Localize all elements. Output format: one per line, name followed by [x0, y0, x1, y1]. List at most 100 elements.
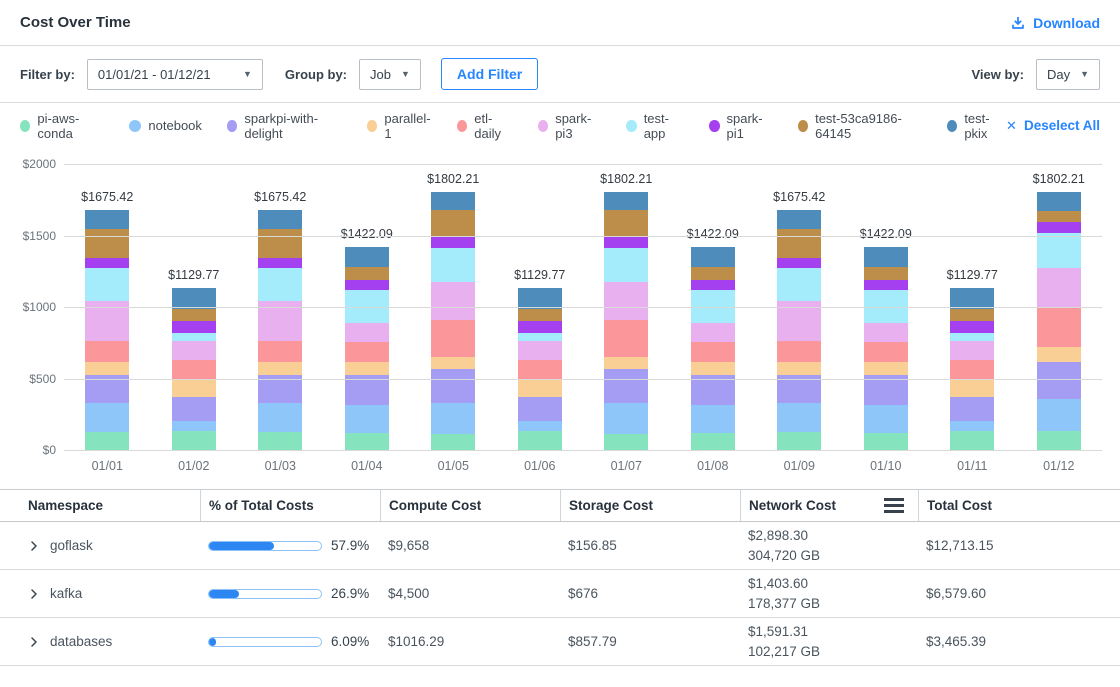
deselect-all-button[interactable]: ✕ Deselect All	[1006, 118, 1100, 134]
bar-segment-spark-pi1[interactable]	[864, 280, 908, 290]
column-header-storage-cost[interactable]: Storage Cost	[560, 490, 740, 521]
column-header--of-total-costs[interactable]: % of Total Costs	[200, 490, 380, 521]
bar-segment-test-app[interactable]	[431, 248, 475, 282]
bar-segment-sparkpi-with-delight[interactable]	[864, 375, 908, 405]
stacked-bar[interactable]	[431, 192, 475, 450]
date-range-select[interactable]: 01/01/21 - 01/12/21 ▼	[87, 59, 263, 90]
bar-segment-etl-daily[interactable]	[864, 342, 908, 362]
bar-segment-notebook[interactable]	[345, 405, 389, 433]
bar-segment-etl-daily[interactable]	[258, 341, 302, 362]
legend-item-etl-daily[interactable]: etl-daily	[457, 111, 513, 141]
view-by-select[interactable]: Day ▼	[1036, 59, 1100, 90]
stacked-bar[interactable]	[1037, 192, 1081, 450]
bar-segment-pi-aws-conda[interactable]	[85, 432, 129, 450]
bar-segment-test-pkix[interactable]	[604, 192, 648, 210]
legend-item-spark-pi3[interactable]: spark-pi3	[538, 111, 602, 141]
bar-segment-pi-aws-conda[interactable]	[777, 432, 821, 450]
table-row-goflask[interactable]: goflask57.9%$9,658$156.85$2,898.30304,72…	[0, 522, 1120, 570]
stacked-bar[interactable]	[345, 247, 389, 450]
chevron-right-icon[interactable]	[28, 636, 40, 648]
bar-segment-spark-pi1[interactable]	[258, 258, 302, 268]
bar-segment-test-53ca9186-64145[interactable]	[777, 229, 821, 257]
table-row-kafka[interactable]: kafka26.9%$4,500$676$1,403.60178,377 GB$…	[0, 570, 1120, 618]
stacked-bar[interactable]	[950, 288, 994, 450]
bar-segment-notebook[interactable]	[1037, 399, 1081, 432]
bar-segment-parallel-1[interactable]	[691, 362, 735, 375]
legend-item-test-pkix[interactable]: test-pkix	[947, 111, 1006, 141]
stacked-bar[interactable]	[85, 210, 129, 450]
bar-segment-parallel-1[interactable]	[864, 362, 908, 375]
bar-segment-notebook[interactable]	[950, 421, 994, 432]
bar-segment-test-53ca9186-64145[interactable]	[604, 210, 648, 237]
bar-segment-sparkpi-with-delight[interactable]	[518, 397, 562, 421]
bar-segment-parallel-1[interactable]	[258, 362, 302, 375]
bar-segment-pi-aws-conda[interactable]	[604, 434, 648, 450]
stacked-bar[interactable]	[518, 288, 562, 450]
legend-item-test-app[interactable]: test-app	[626, 111, 684, 141]
legend-item-notebook[interactable]: notebook	[129, 118, 202, 133]
stacked-bar[interactable]	[864, 247, 908, 450]
bar-segment-etl-daily[interactable]	[172, 360, 216, 381]
stacked-bar[interactable]	[777, 210, 821, 450]
bar-segment-spark-pi3[interactable]	[1037, 268, 1081, 307]
bar-segment-pi-aws-conda[interactable]	[950, 431, 994, 449]
bar-segment-etl-daily[interactable]	[1037, 307, 1081, 347]
legend-item-sparkpi-with-delight[interactable]: sparkpi-with-delight	[227, 111, 342, 141]
bar-segment-test-pkix[interactable]	[864, 247, 908, 267]
bar-segment-notebook[interactable]	[518, 421, 562, 432]
bar-segment-test-app[interactable]	[1037, 233, 1081, 268]
bar-segment-spark-pi1[interactable]	[604, 237, 648, 247]
bar-segment-test-pkix[interactable]	[691, 247, 735, 267]
group-by-select[interactable]: Job ▼	[359, 59, 421, 90]
legend-item-test-53ca9186-64145[interactable]: test-53ca9186-64145	[798, 111, 922, 141]
bar-segment-etl-daily[interactable]	[604, 320, 648, 356]
bar-segment-spark-pi1[interactable]	[518, 321, 562, 333]
bar-segment-test-pkix[interactable]	[258, 210, 302, 229]
bar-segment-etl-daily[interactable]	[950, 360, 994, 381]
bar-segment-test-app[interactable]	[85, 268, 129, 301]
bar-segment-etl-daily[interactable]	[345, 342, 389, 362]
download-button[interactable]: Download	[1010, 15, 1100, 31]
bar-segment-parallel-1[interactable]	[431, 357, 475, 370]
bar-segment-test-53ca9186-64145[interactable]	[691, 267, 735, 280]
bar-segment-test-pkix[interactable]	[345, 247, 389, 267]
column-menu-icon[interactable]	[884, 498, 908, 513]
bar-segment-test-pkix[interactable]	[85, 210, 129, 229]
legend-item-spark-pi1[interactable]: spark-pi1	[709, 111, 773, 141]
bar-segment-test-app[interactable]	[172, 333, 216, 342]
table-row-databases[interactable]: databases6.09%$1016.29$857.79$1,591.3110…	[0, 618, 1120, 666]
bar-segment-parallel-1[interactable]	[604, 357, 648, 370]
bar-segment-notebook[interactable]	[172, 421, 216, 432]
bar-segment-pi-aws-conda[interactable]	[345, 433, 389, 450]
bar-segment-test-pkix[interactable]	[1037, 192, 1081, 211]
bar-segment-pi-aws-conda[interactable]	[172, 431, 216, 449]
bar-segment-spark-pi3[interactable]	[691, 323, 735, 342]
bar-segment-sparkpi-with-delight[interactable]	[950, 397, 994, 421]
bar-segment-test-53ca9186-64145[interactable]	[172, 309, 216, 321]
bar-segment-test-53ca9186-64145[interactable]	[950, 309, 994, 321]
bar-segment-pi-aws-conda[interactable]	[1037, 431, 1081, 450]
bar-segment-parallel-1[interactable]	[85, 362, 129, 375]
legend-item-parallel-1[interactable]: parallel-1	[367, 111, 432, 141]
bar-segment-notebook[interactable]	[691, 405, 735, 433]
legend-item-pi-aws-conda[interactable]: pi-aws-conda	[20, 111, 104, 141]
bar-segment-sparkpi-with-delight[interactable]	[345, 375, 389, 405]
bar-segment-notebook[interactable]	[864, 405, 908, 433]
bar-segment-parallel-1[interactable]	[950, 380, 994, 396]
bar-segment-spark-pi3[interactable]	[604, 282, 648, 321]
bar-segment-test-53ca9186-64145[interactable]	[258, 229, 302, 257]
add-filter-button[interactable]: Add Filter	[441, 58, 538, 90]
bar-segment-etl-daily[interactable]	[431, 320, 475, 356]
bar-segment-sparkpi-with-delight[interactable]	[691, 375, 735, 405]
bar-segment-etl-daily[interactable]	[691, 342, 735, 362]
bar-segment-test-53ca9186-64145[interactable]	[345, 267, 389, 280]
bar-segment-sparkpi-with-delight[interactable]	[172, 397, 216, 421]
column-header-network-cost[interactable]: Network Cost	[740, 490, 918, 521]
bar-segment-sparkpi-with-delight[interactable]	[1037, 362, 1081, 399]
stacked-bar[interactable]	[691, 247, 735, 450]
bar-segment-pi-aws-conda[interactable]	[258, 432, 302, 450]
bar-segment-parallel-1[interactable]	[172, 380, 216, 396]
bar-segment-notebook[interactable]	[431, 403, 475, 433]
bar-segment-parallel-1[interactable]	[777, 362, 821, 375]
bar-segment-parallel-1[interactable]	[1037, 347, 1081, 361]
